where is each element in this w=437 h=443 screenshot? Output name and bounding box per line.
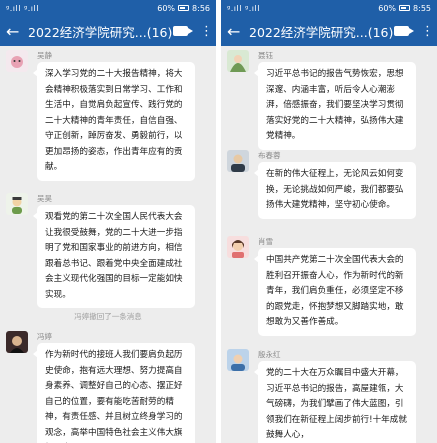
message-bubble[interactable]: 中国共产党第二十次全国代表大会的胜利召开振奋人心，作为新时代的新青年，我们肩负重… [254,248,416,336]
message-bubble[interactable]: 习近平总书记的报告气势恢宏，思想深邃、内涵丰富，听后令人心潮澎湃，倍感振奋，我们… [254,62,416,150]
chat-title: 2022经济学院研究...(16) [28,24,173,40]
status-bar: ᵍ.ıll ᵍ.ıll 60% 8:55 [221,0,437,16]
more-icon[interactable]: ⋮ [421,24,434,39]
avatar[interactable] [6,193,28,215]
clock: 8:56 [192,3,210,13]
recall-notice: 冯婷撤回了一条消息 [74,312,142,321]
battery-text: 60% [378,3,397,13]
signal-icon: ᵍ.ıll ᵍ.ıll [227,3,260,13]
sender-name: 殷永红 [258,350,281,359]
sender-name: 吴静 [37,51,52,60]
signal-icon: ᵍ.ıll ᵍ.ıll [6,3,39,13]
message-bubble[interactable]: 深入学习党的二十大报告精神，将大会精神积极落实到日常学习、工作和生活中，自觉肩负… [33,62,195,181]
chat-header: ← 2022经济学院研究...(16) ⋮ [0,16,216,46]
more-icon[interactable]: ⋮ [200,24,213,39]
message-bubble[interactable]: 在新的伟大征程上，无论风云如何变换，无论挑战如何严峻，我们都要弘扬伟大建党精神，… [254,162,416,219]
message-bubble[interactable]: 作为新时代的接班人我们要肩负起历史使命，抱有远大理想、努力提高自身素养、调整好自… [33,343,195,443]
avatar[interactable] [227,50,249,72]
message-bubble[interactable]: 观看党的第二十次全国人民代表大会让我很受鼓舞，党的二十大进一步指明了党和国家事业… [33,205,195,308]
sender-name: 冯婷 [37,332,52,341]
back-arrow-icon[interactable]: ← [6,22,24,41]
avatar[interactable] [227,150,249,172]
avatar[interactable] [6,331,28,353]
chat-screen-left: ᵍ.ıll ᵍ.ıll 60% 8:56 ← 2022经济学院研究...(16)… [0,0,216,443]
sender-name: 肖雪 [258,237,273,246]
sender-name: 聂钰 [258,51,273,60]
chat-header: ← 2022经济学院研究...(16) ⋮ [221,16,437,46]
sender-name: 布春蓉 [258,151,281,160]
video-call-icon[interactable] [173,26,193,36]
chat-title: 2022经济学院研究...(16) [249,24,394,40]
chat-screen-right: ᵍ.ıll ᵍ.ıll 60% 8:55 ← 2022经济学院研究...(16)… [221,0,437,443]
avatar[interactable] [227,349,249,371]
battery-icon [178,5,190,11]
clock: 8:55 [413,3,431,13]
status-bar: ᵍ.ıll ᵍ.ıll 60% 8:56 [0,0,216,16]
sender-name: 吴昊 [37,194,52,203]
back-arrow-icon[interactable]: ← [227,22,245,41]
message-bubble[interactable]: 党的二十大在万众瞩目中盛大开幕，习近平总书记的报告，高屋建瓴，大气磅礴，为我们擘… [254,361,416,443]
battery-text: 60% [157,3,176,13]
avatar[interactable] [227,236,249,258]
battery-icon [399,5,411,11]
avatar[interactable] [6,50,28,72]
video-call-icon[interactable] [394,26,414,36]
